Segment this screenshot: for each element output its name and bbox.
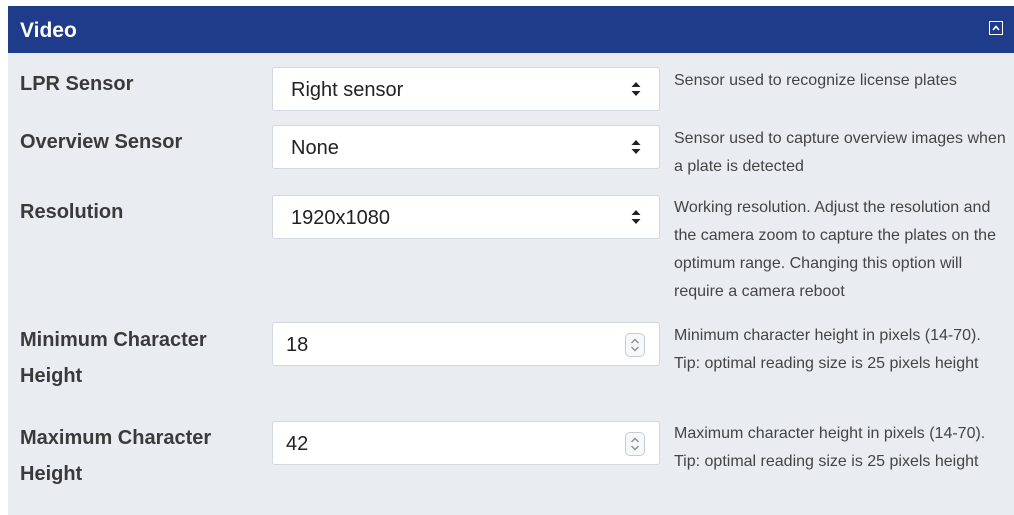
min-char-height-value: 18 [286, 334, 309, 356]
stepper-arrows-icon [631, 338, 639, 352]
min-char-height-label: Minimum Character Height [20, 329, 207, 387]
min-char-height-input[interactable]: 18 [272, 322, 660, 366]
number-stepper[interactable] [625, 333, 645, 357]
overview-sensor-select[interactable]: None [272, 125, 660, 169]
video-panel: Video LPR Sensor Right sensor Sensor use… [8, 6, 1014, 515]
select-arrows-icon [631, 210, 641, 224]
max-char-height-help: Maximum character height in pixels (14-7… [674, 425, 986, 470]
select-arrows-icon [631, 140, 641, 154]
min-char-height-help: Minimum character height in pixels (14-7… [674, 327, 981, 372]
resolution-value: 1920x1080 [291, 207, 390, 229]
chevron-up-icon [992, 25, 1000, 31]
stepper-arrows-icon [631, 437, 639, 451]
max-char-height-value: 42 [286, 433, 309, 455]
lpr-sensor-help: Sensor used to recognize license plates [674, 72, 957, 89]
collapse-button[interactable] [989, 21, 1003, 35]
overview-sensor-label: Overview Sensor [20, 131, 183, 153]
lpr-sensor-label: LPR Sensor [20, 73, 134, 95]
resolution-label: Resolution [20, 201, 124, 223]
max-char-height-input[interactable]: 42 [272, 421, 660, 465]
lpr-sensor-select[interactable]: Right sensor [272, 67, 660, 111]
lpr-sensor-value: Right sensor [291, 79, 404, 101]
resolution-help: Working resolution. Adjust the resolutio… [674, 199, 996, 300]
overview-sensor-value: None [291, 137, 339, 159]
number-stepper[interactable] [625, 432, 645, 456]
resolution-select[interactable]: 1920x1080 [272, 195, 660, 239]
panel-title: Video [20, 19, 77, 42]
max-char-height-label: Maximum Character Height [20, 427, 212, 485]
select-arrows-icon [631, 82, 641, 96]
overview-sensor-help: Sensor used to capture overview images w… [674, 130, 1006, 175]
panel-header: Video [8, 6, 1014, 53]
